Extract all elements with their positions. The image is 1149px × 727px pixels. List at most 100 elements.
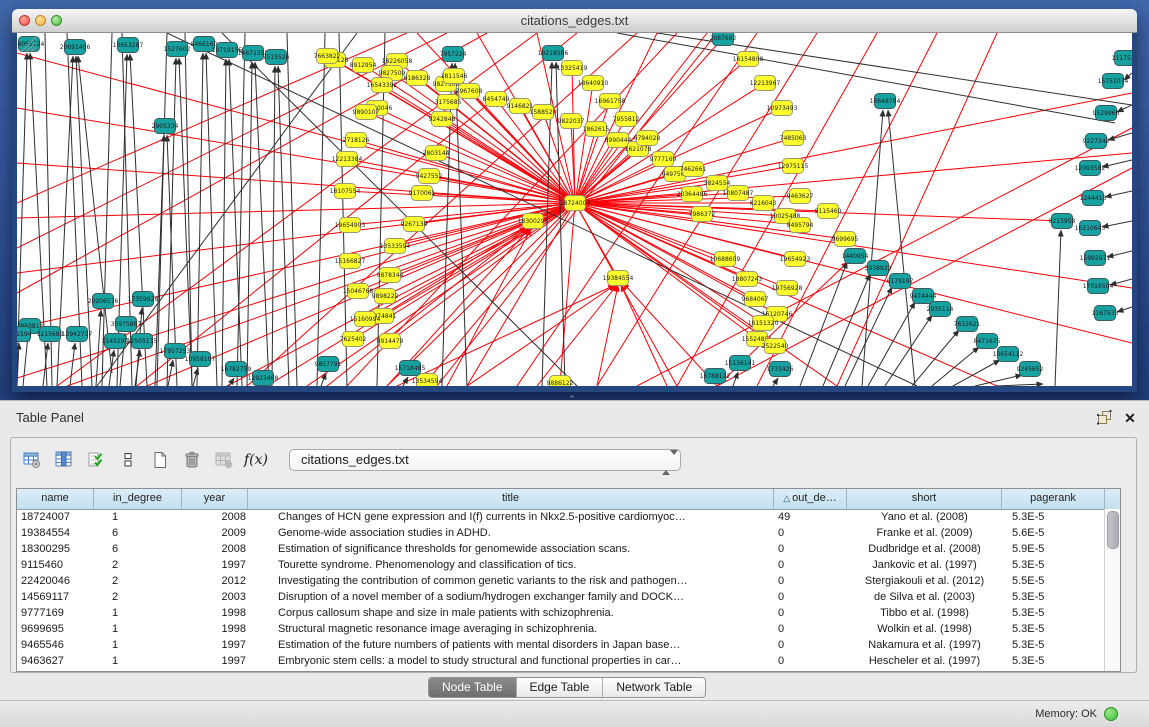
graph-node[interactable]: 7462661: [680, 162, 707, 177]
minimize-traffic-light-icon[interactable]: [35, 15, 46, 26]
graph-node[interactable]: 13325419: [557, 61, 588, 76]
graph-node[interactable]: 9267130: [401, 217, 428, 232]
close-traffic-light-icon[interactable]: [19, 15, 30, 26]
table-row[interactable]: 1938455462009Genome-wide association stu…: [17, 525, 1105, 541]
graph-node[interactable]: 9684067: [742, 292, 769, 307]
graph-node[interactable]: 3824554: [704, 176, 731, 191]
graph-node[interactable]: 1862615: [583, 122, 610, 137]
graph-node[interactable]: 1244413: [1080, 191, 1107, 206]
graph-node[interactable]: 7485063: [780, 131, 807, 146]
column-header-title[interactable]: title: [248, 489, 774, 509]
column-header-name[interactable]: name: [17, 489, 94, 509]
table-row[interactable]: 1456911722003Disruption of a novel membe…: [17, 589, 1105, 605]
new-column-icon[interactable]: [147, 447, 173, 473]
graph-node[interactable]: 1215683: [37, 327, 64, 342]
graph-node[interactable]: 9170061: [409, 186, 436, 201]
graph-node[interactable]: 12093582: [1075, 161, 1106, 176]
graph-node[interactable]: 2967608: [456, 84, 483, 99]
graph-node[interactable]: 17359928: [128, 292, 159, 307]
graph-node[interactable]: 7955812: [613, 112, 640, 127]
delete-column-icon[interactable]: [179, 447, 205, 473]
table-row[interactable]: 977716911998Corpus callosum shape and si…: [17, 605, 1105, 621]
graph-node[interactable]: 1145194: [102, 334, 129, 349]
network-window-titlebar[interactable]: citations_edges.txt: [12, 9, 1137, 33]
column-header-out_degree[interactable]: △out_de…: [774, 489, 847, 509]
graph-node[interactable]: 9529966: [1093, 106, 1120, 121]
graph-node[interactable]: 16210643: [1075, 221, 1106, 236]
graph-node[interactable]: 1527602: [164, 42, 191, 57]
graph-node[interactable]: 19654923: [780, 252, 811, 267]
graph-node[interactable]: 15992971: [1080, 251, 1111, 266]
graph-node[interactable]: 30975887: [111, 317, 142, 332]
graph-node[interactable]: 5938923: [865, 261, 892, 276]
graph-node[interactable]: 7957224: [440, 47, 467, 62]
table-row[interactable]: 969969511998Structural magnetic resonanc…: [17, 621, 1105, 637]
merge-columns-icon[interactable]: [115, 447, 141, 473]
graph-node[interactable]: 2803144: [423, 146, 450, 161]
close-panel-icon[interactable]: ✕: [1121, 409, 1139, 427]
graph-node[interactable]: 16154808: [733, 52, 764, 67]
float-panel-icon[interactable]: [1095, 409, 1113, 427]
graph-node[interactable]: 391594: [17, 327, 32, 342]
table-row[interactable]: 1872400712008Changes of HCN gene express…: [17, 509, 1105, 525]
graph-node[interactable]: 12975115: [778, 159, 809, 174]
tab-edge-table[interactable]: Edge Table: [516, 678, 603, 697]
table-row[interactable]: 911546021997Tourette syndrome. Phenomeno…: [17, 557, 1105, 573]
graph-node[interactable]: 9777169: [650, 152, 677, 167]
tab-node-table[interactable]: Node Table: [429, 678, 516, 697]
resize-grip-icon[interactable]: [17, 33, 37, 53]
graph-node[interactable]: 16961758: [595, 94, 626, 109]
graph-node[interactable]: 9898222: [372, 289, 399, 304]
column-checklist-icon[interactable]: [83, 447, 109, 473]
graph-node[interactable]: 7986372: [689, 207, 716, 222]
network-canvas[interactable]: 1872400789601288912954182260589827509818…: [17, 33, 1132, 386]
graph-node[interactable]: 20691406: [60, 40, 91, 55]
table-mode-icon[interactable]: [19, 447, 45, 473]
graph-node[interactable]: 19384554: [603, 271, 634, 286]
graph-node[interactable]: 1811546: [441, 69, 468, 84]
scrollbar-thumb[interactable]: [1107, 511, 1119, 549]
graph-node[interactable]: 7632621: [954, 317, 981, 332]
graph-node[interactable]: 7625402: [340, 332, 367, 347]
table-scrollbar[interactable]: [1104, 509, 1120, 671]
graph-node[interactable]: 10653287: [113, 38, 144, 53]
graph-node[interactable]: 8912954: [350, 58, 377, 73]
show-column-icon[interactable]: [51, 447, 77, 473]
table-row[interactable]: 946554611997Estimation of the future num…: [17, 637, 1105, 653]
graph-node[interactable]: 9463627: [787, 189, 814, 204]
table-row[interactable]: 2242004622012Investigating the contribut…: [17, 573, 1105, 589]
graph-node[interactable]: 2905334: [152, 119, 179, 134]
column-header-year[interactable]: year: [182, 489, 248, 509]
delete-table-icon[interactable]: [211, 447, 237, 473]
graph-node[interactable]: 2718126: [343, 133, 370, 148]
graph-node[interactable]: 1117510: [1112, 51, 1132, 66]
graph-node[interactable]: 18640910: [578, 76, 609, 91]
graph-node[interactable]: 6794028: [634, 131, 661, 146]
graph-node[interactable]: 3175685: [435, 95, 462, 110]
graph-node[interactable]: 15046768: [343, 284, 374, 299]
graph-node[interactable]: 8454749: [483, 92, 510, 107]
table-select-dropdown[interactable]: citations_edges.txt: [289, 449, 681, 471]
graph-node[interactable]: 9699695: [832, 232, 859, 247]
graph-node[interactable]: 1733426: [767, 362, 794, 377]
column-header-pagerank[interactable]: pagerank: [1002, 489, 1105, 509]
graph-node[interactable]: 9495794: [787, 218, 814, 233]
graph-node[interactable]: 9227342: [1083, 134, 1110, 149]
graph-node[interactable]: 9242848: [429, 112, 456, 127]
graph-node[interactable]: 12213967: [750, 76, 781, 91]
graph-node[interactable]: 8186328: [404, 71, 431, 86]
graph-node[interactable]: 9857791: [315, 357, 342, 372]
graph-node[interactable]: 16648784: [870, 94, 901, 109]
graph-node[interactable]: 9245652: [1017, 362, 1044, 377]
graph-node[interactable]: 1440954: [842, 249, 869, 264]
memory-status-indicator[interactable]: [1104, 707, 1118, 721]
table-row[interactable]: 1830029562008Estimation of significance …: [17, 541, 1105, 557]
graph-node[interactable]: 15751074: [1098, 74, 1129, 89]
graph-node[interactable]: 7663822: [314, 49, 341, 64]
graph-node[interactable]: 7515526: [263, 50, 290, 65]
column-header-in_degree[interactable]: in_degree: [94, 489, 182, 509]
zoom-traffic-light-icon[interactable]: [51, 15, 62, 26]
graph-node[interactable]: 12942737: [62, 327, 93, 342]
column-header-short[interactable]: short: [847, 489, 1002, 509]
function-builder-icon[interactable]: f(x): [243, 447, 269, 473]
